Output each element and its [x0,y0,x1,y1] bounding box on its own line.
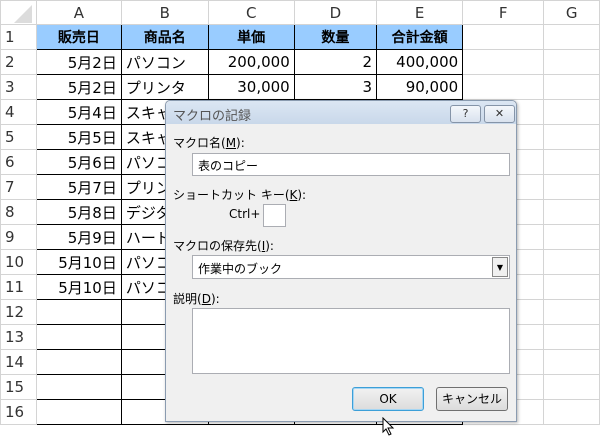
cell[interactable]: 5月2日 [36,74,122,100]
cell[interactable]: 5月10日 [36,274,122,300]
column-header[interactable]: E [376,0,464,25]
column-header[interactable]: F [462,0,545,25]
cell[interactable]: 5月4日 [36,99,122,125]
cell[interactable]: パソコン [120,49,209,75]
macro-name-input[interactable]: 表のコピー [192,153,510,176]
table-row: 1 販売日 商品名 単価 数量 合計金額 [0,24,600,50]
store-macro-label: マクロの保存先(I): [173,239,274,253]
cell[interactable] [543,199,600,225]
cell[interactable] [543,249,600,275]
cell[interactable]: 5月6日 [36,149,122,175]
row-header[interactable]: 15 [0,374,37,400]
row-header[interactable]: 3 [0,74,37,100]
record-macro-dialog: マクロの記録 ? ✕ マクロ名(M): 表のコピー ショートカット キー(K):… [165,100,517,422]
row-header[interactable]: 13 [0,324,37,350]
shortcut-key-label: ショートカット キー(K): [173,188,307,202]
description-label: 説明(D): [173,292,220,306]
column-header[interactable]: D [293,0,378,25]
cancel-button[interactable]: キャンセル [436,387,508,411]
cell[interactable]: 90,000 [376,74,464,100]
cell[interactable]: 商品名 [120,24,209,50]
cell[interactable]: プリンタ [120,74,209,100]
row-header[interactable]: 5 [0,124,37,150]
column-header[interactable]: B [120,0,209,25]
ok-button[interactable]: OK [352,387,424,411]
close-button[interactable]: ✕ [484,105,515,123]
cell[interactable] [543,124,600,150]
cell[interactable] [36,374,122,400]
macro-name-label: マクロ名(M): [173,136,245,150]
cell[interactable]: 3 [293,74,378,100]
shortcut-key-input[interactable] [263,204,286,227]
row-header[interactable]: 6 [0,149,37,175]
cell[interactable]: 5月5日 [36,124,122,150]
cell[interactable]: 400,000 [376,49,464,75]
cell[interactable]: 5月7日 [36,174,122,200]
cell[interactable] [543,24,600,50]
row-header[interactable]: 16 [0,399,37,425]
row-header[interactable]: 14 [0,349,37,375]
cell[interactable] [543,374,600,400]
column-header[interactable]: A [36,0,122,25]
cell[interactable] [543,74,600,100]
row-header[interactable]: 1 [0,24,37,50]
cell[interactable] [543,174,600,200]
ctrl-label: Ctrl+ [229,207,261,221]
cell[interactable] [543,324,600,350]
cell[interactable] [543,224,600,250]
table-row: 2 5月2日 パソコン 200,000 2 400,000 [0,49,600,75]
help-button[interactable]: ? [450,105,481,123]
row-header[interactable]: 12 [0,299,37,325]
table-row: 3 5月2日 プリンタ 30,000 3 90,000 [0,74,600,100]
store-macro-select[interactable]: 作業中のブック ▼ [192,255,510,279]
cell[interactable] [543,149,600,175]
cell[interactable] [543,49,600,75]
mouse-cursor-icon [382,417,395,436]
dialog-title: マクロの記録 [173,109,252,124]
cell[interactable]: 2 [293,49,378,75]
cell[interactable]: 5月2日 [36,49,122,75]
store-macro-value: 作業中のブック [198,262,283,276]
cell[interactable] [462,49,545,75]
cell[interactable] [462,24,545,50]
cell[interactable]: 200,000 [207,49,295,75]
row-header[interactable]: 4 [0,99,37,125]
cell[interactable] [36,349,122,375]
cell[interactable]: 5月9日 [36,224,122,250]
cell[interactable] [543,299,600,325]
cell[interactable]: 30,000 [207,74,295,100]
row-header[interactable]: 8 [0,199,37,225]
cell[interactable]: 数量 [293,24,378,50]
cell[interactable] [543,399,600,425]
cell[interactable] [543,349,600,375]
chevron-down-icon[interactable]: ▼ [492,257,508,277]
column-header[interactable]: G [543,0,600,25]
cell[interactable]: 5月10日 [36,249,122,275]
cell[interactable]: 単価 [207,24,295,50]
row-header[interactable]: 7 [0,174,37,200]
cell[interactable] [36,299,122,325]
row-header[interactable]: 2 [0,49,37,75]
cell[interactable] [543,274,600,300]
dialog-title-bar[interactable]: マクロの記録 ? ✕ [166,101,516,124]
column-header[interactable]: C [207,0,295,25]
cell[interactable]: 5月8日 [36,199,122,225]
cell[interactable]: 合計金額 [376,24,464,50]
select-all-corner[interactable] [0,0,37,25]
description-textarea[interactable] [192,308,510,374]
row-header[interactable]: 11 [0,274,37,300]
cell[interactable]: 販売日 [36,24,122,50]
row-header[interactable]: 9 [0,224,37,250]
cell[interactable] [36,324,122,350]
row-header[interactable]: 10 [0,249,37,275]
cell[interactable] [36,399,122,425]
cell[interactable] [462,74,545,100]
cell[interactable] [543,99,600,125]
